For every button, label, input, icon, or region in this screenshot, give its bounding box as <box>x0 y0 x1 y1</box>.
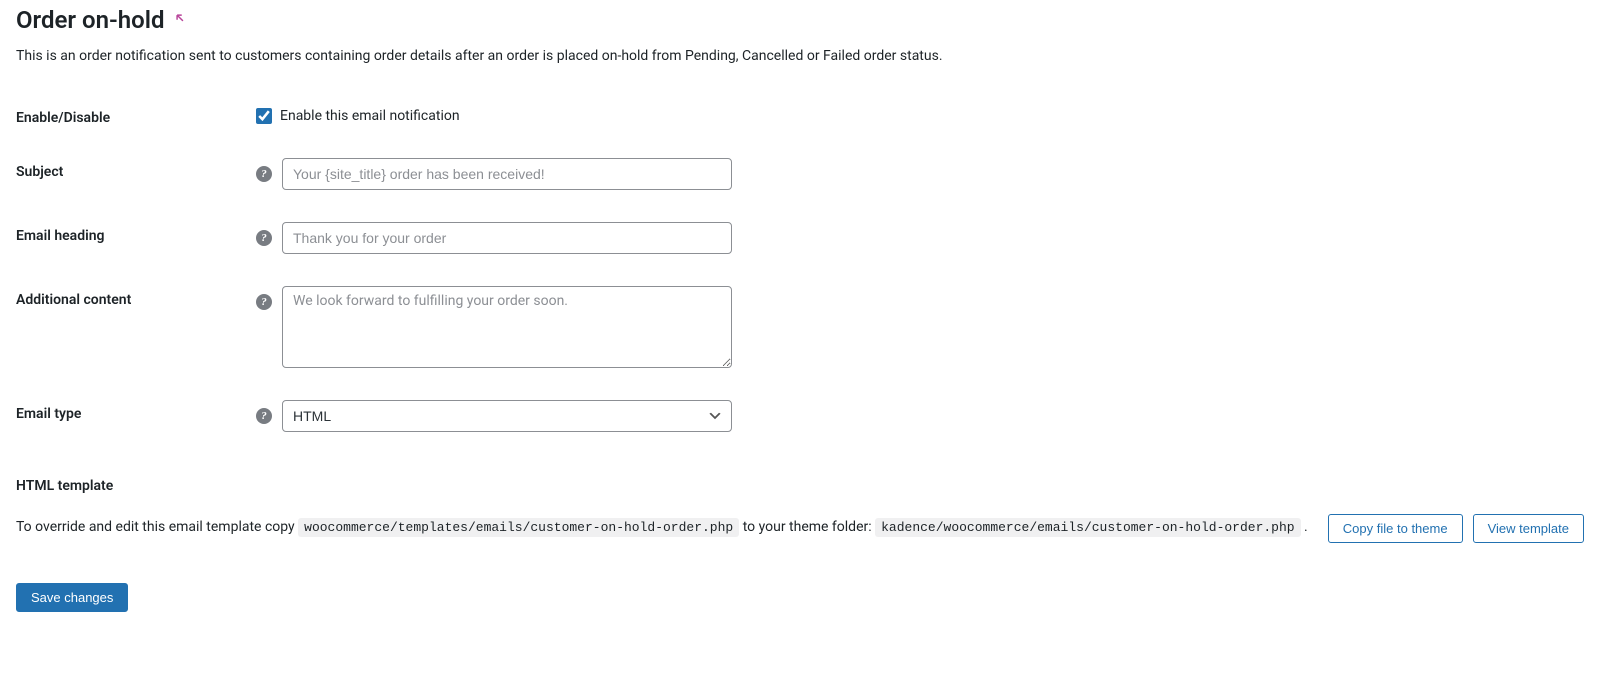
template-source-path: woocommerce/templates/emails/customer-on… <box>298 518 739 537</box>
email-heading-label: Email heading <box>16 222 256 244</box>
back-link[interactable] <box>173 11 187 29</box>
template-dest-path: kadence/woocommerce/emails/customer-on-h… <box>875 518 1300 537</box>
email-heading-input[interactable] <box>282 222 732 254</box>
enable-disable-label: Enable/Disable <box>16 104 256 126</box>
copy-file-button[interactable]: Copy file to theme <box>1328 514 1463 543</box>
enable-checkbox-label: Enable this email notification <box>280 108 460 124</box>
html-template-title: HTML template <box>16 478 1584 494</box>
help-icon[interactable]: ? <box>256 230 272 246</box>
help-icon[interactable]: ? <box>256 294 272 310</box>
subject-input[interactable] <box>282 158 732 190</box>
enable-checkbox[interactable] <box>256 108 272 124</box>
additional-content-input[interactable] <box>282 286 732 368</box>
email-type-select[interactable]: HTML <box>282 400 732 432</box>
view-template-button[interactable]: View template <box>1473 514 1584 543</box>
additional-content-label: Additional content <box>16 286 256 308</box>
page-title: Order on-hold <box>16 6 165 34</box>
subject-label: Subject <box>16 158 256 180</box>
page-description: This is an order notification sent to cu… <box>16 48 1584 64</box>
back-arrow-icon <box>173 11 187 29</box>
help-icon[interactable]: ? <box>256 408 272 424</box>
template-override-text: To override and edit this email template… <box>16 514 1308 541</box>
email-type-label: Email type <box>16 400 256 422</box>
save-changes-button[interactable]: Save changes <box>16 583 128 612</box>
help-icon[interactable]: ? <box>256 166 272 182</box>
